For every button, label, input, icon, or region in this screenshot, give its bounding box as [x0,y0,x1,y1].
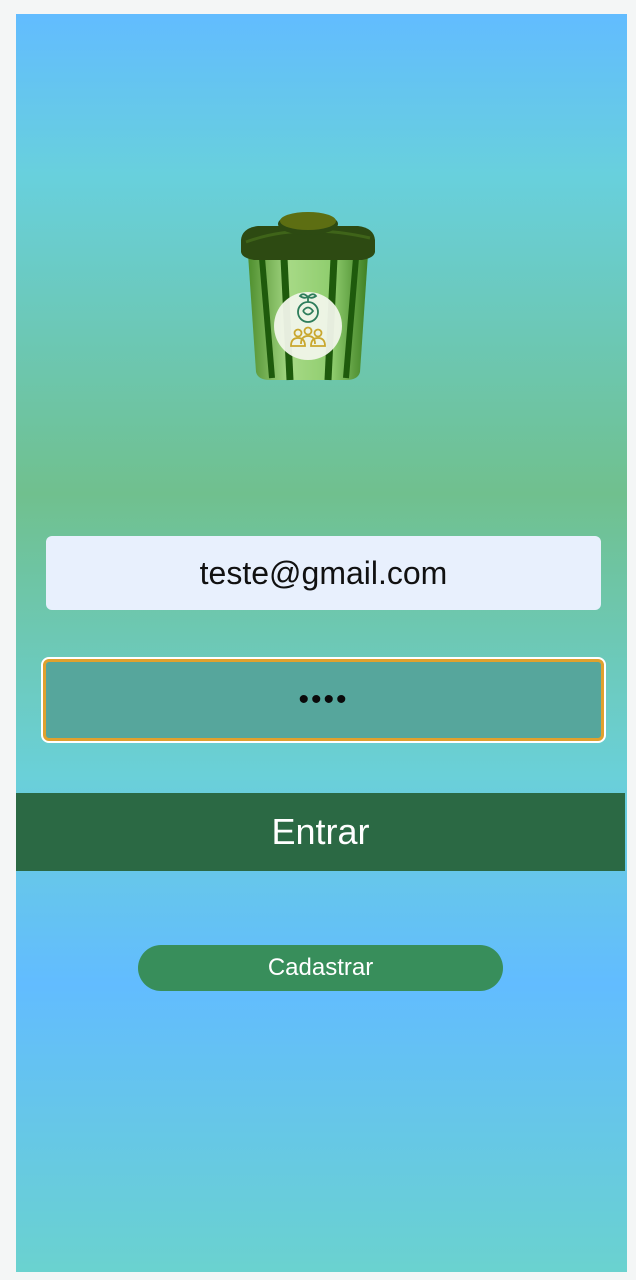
login-button[interactable]: Entrar [16,793,625,871]
login-screen: Entrar Cadastrar [16,14,627,1272]
recycle-bin-logo-icon [241,212,375,381]
email-field[interactable] [46,536,601,610]
register-button[interactable]: Cadastrar [138,945,503,991]
password-field[interactable] [43,659,604,741]
